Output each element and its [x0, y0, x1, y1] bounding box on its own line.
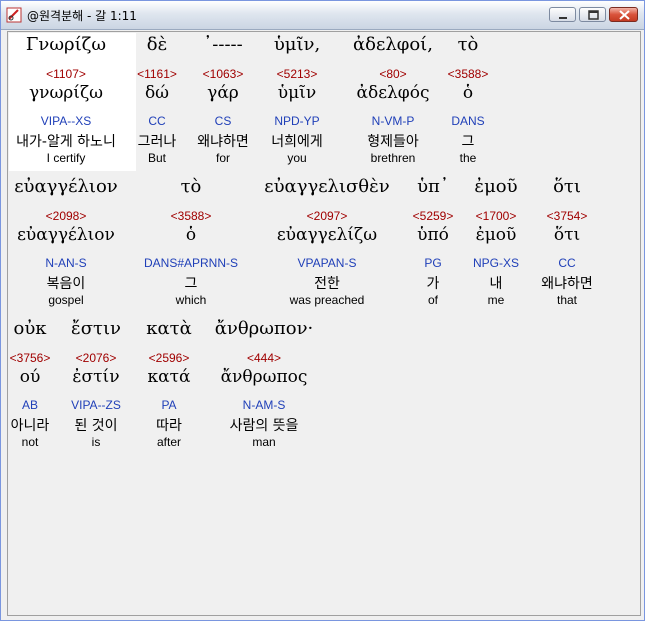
greek-word[interactable]: ἄνθρωπον· — [184, 318, 344, 339]
app-window: @원격분해 - 갈 1:11 Γνωρίζω <1107> γνωρίζω VIPA-… — [0, 0, 645, 621]
strongs-number: <3588> — [447, 67, 489, 81]
minimize-button[interactable] — [549, 7, 576, 22]
title-bar[interactable]: @원격분해 - 갈 1:11 — [1, 1, 644, 30]
lemma: ἄνθρωπος — [220, 367, 308, 387]
lemma: ὁ — [462, 83, 474, 103]
strongs-number: <444> — [246, 351, 282, 365]
lemma: ὅτι — [553, 225, 581, 245]
korean-gloss: 왜냐하면 — [541, 276, 593, 292]
parsing-code: CC — [558, 256, 576, 270]
maximize-icon — [588, 10, 599, 20]
parsing-code: DANS — [451, 114, 485, 128]
parsing-code: N-AM-S — [242, 398, 286, 412]
app-icon[interactable] — [6, 7, 22, 23]
greek-word[interactable]: ὅτι — [487, 176, 640, 197]
minimize-icon — [559, 17, 567, 19]
korean-gloss: 그 — [461, 134, 475, 150]
maximize-button[interactable] — [579, 7, 606, 22]
close-icon — [619, 10, 630, 20]
greek-word[interactable]: τὸ — [388, 34, 548, 55]
strongs-number: <3754> — [546, 209, 588, 223]
english-gloss: that — [556, 293, 577, 307]
close-button[interactable] — [609, 7, 638, 22]
korean-gloss: 사람의 뜻을 — [229, 418, 299, 434]
english-gloss: man — [252, 435, 276, 449]
english-gloss: the — [459, 151, 477, 165]
interlinear-view[interactable]: Γνωρίζω <1107> γνωρίζω VIPA--XS 내가-알게 하노니 I c… — [7, 31, 641, 616]
window-title: @원격분해 - 갈 1:11 — [27, 9, 137, 23]
